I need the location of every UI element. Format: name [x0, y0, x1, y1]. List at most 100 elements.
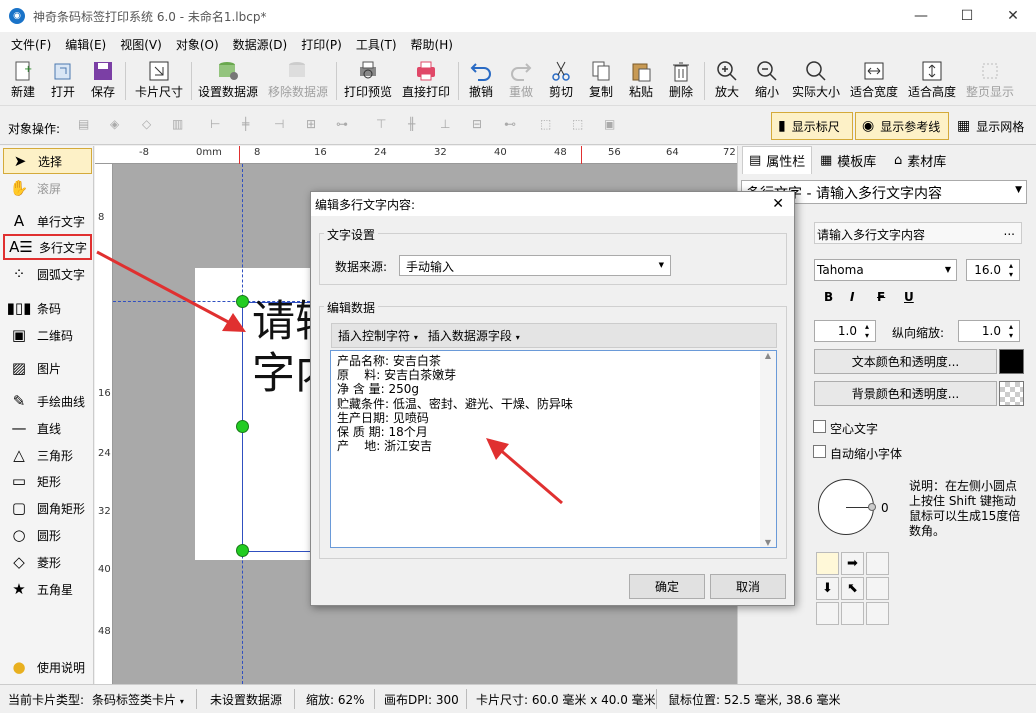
editor-scrollbar[interactable]: ▲ ▼: [760, 351, 776, 547]
insert-datasource-field-button[interactable]: 插入数据源字段 ▾: [428, 327, 520, 344]
tool-triangle[interactable]: △ 三角形: [3, 442, 92, 468]
actual-size-button[interactable]: 实际大小: [790, 59, 842, 103]
font-select[interactable]: Tahoma ▼: [814, 259, 957, 281]
background-color-swatch[interactable]: [999, 381, 1024, 406]
tab-materials[interactable]: ⌂ 素材库: [888, 146, 952, 174]
tool-star[interactable]: ★ 五角星: [3, 576, 92, 602]
align-top-icon[interactable]: ⊤: [376, 117, 396, 135]
tool-multiline-text[interactable]: A☰ 多行文字: [3, 234, 92, 260]
maximize-button[interactable]: ☐: [944, 0, 990, 32]
ok-button[interactable]: 确定: [629, 574, 705, 599]
arrow-diagonal-icon[interactable]: ⬉: [841, 577, 864, 600]
remove-datasource-button[interactable]: 移除数据源: [266, 59, 330, 103]
anchor-top-left[interactable]: [816, 552, 839, 575]
insert-control-char-button[interactable]: 插入控制字符 ▾: [338, 327, 418, 344]
tool-scroll[interactable]: ✋ 滚屏: [3, 175, 92, 201]
layer-top-icon[interactable]: ◈: [110, 117, 130, 135]
distribute-h-icon[interactable]: ⊞: [306, 117, 326, 135]
tool-diamond[interactable]: ◇ 菱形: [3, 549, 92, 575]
resize-handle[interactable]: [236, 420, 249, 433]
bold-button[interactable]: B: [824, 290, 833, 304]
center-h-icon[interactable]: ⊶: [336, 117, 356, 135]
usage-guide-button[interactable]: ● 使用说明: [3, 654, 92, 680]
tool-arc-text[interactable]: ⁘ 圆弧文字: [3, 261, 92, 287]
tool-barcode[interactable]: ▮▯▮ 条码: [3, 295, 92, 321]
dialog-close-icon[interactable]: ✕: [772, 196, 784, 212]
cut-button[interactable]: 剪切: [546, 59, 576, 103]
group-icon[interactable]: ⬚: [540, 117, 560, 135]
card-type-select[interactable]: 条码标签类卡片 ▾: [92, 691, 184, 708]
set-datasource-button[interactable]: 设置数据源: [196, 59, 260, 103]
new-button[interactable]: + 新建: [8, 59, 38, 103]
layer-up-icon[interactable]: ▤: [78, 117, 98, 135]
tool-circle[interactable]: ○ 圆形: [3, 522, 92, 548]
fit-width-button[interactable]: 适合宽度: [848, 59, 900, 103]
anchor-middle-right[interactable]: [866, 577, 889, 600]
font-size-stepper[interactable]: 16.0: [966, 259, 1020, 281]
open-button[interactable]: 打开: [48, 59, 78, 103]
more-button[interactable]: ...: [1004, 224, 1015, 238]
menu-view[interactable]: 视图(V): [113, 36, 169, 53]
datasource-select[interactable]: 手动输入 ▼: [399, 255, 671, 276]
anchor-bottom-right[interactable]: [866, 602, 889, 625]
spacing-stepper[interactable]: 1.0: [814, 320, 876, 342]
tool-rectangle[interactable]: ▭ 矩形: [3, 468, 92, 494]
cancel-button[interactable]: 取消: [710, 574, 786, 599]
undo-button[interactable]: 撤销: [466, 59, 496, 103]
print-preview-button[interactable]: 打印预览: [342, 59, 394, 103]
full-page-button[interactable]: 整页显示: [964, 59, 1016, 103]
background-color-button[interactable]: 背景颜色和透明度...: [814, 381, 997, 406]
arrow-right-icon[interactable]: ➡: [841, 552, 864, 575]
anchor-top-right[interactable]: [866, 552, 889, 575]
save-button[interactable]: 保存: [88, 59, 118, 103]
layer-bottom-icon[interactable]: ▥: [172, 117, 192, 135]
auto-shrink-checkbox[interactable]: [813, 445, 826, 458]
tool-single-line-text[interactable]: A 单行文字: [3, 208, 92, 234]
align-center-icon[interactable]: ╪: [242, 117, 262, 135]
rotation-dial[interactable]: [818, 479, 876, 535]
text-color-button[interactable]: 文本颜色和透明度...: [814, 349, 997, 374]
layer-down-icon[interactable]: ◇: [142, 117, 162, 135]
close-button[interactable]: ✕: [990, 0, 1036, 32]
align-right-icon[interactable]: ⊣: [274, 117, 294, 135]
align-bottom-icon[interactable]: ⊥: [440, 117, 460, 135]
tab-templates[interactable]: ▦ 模板库: [814, 146, 882, 174]
paste-button[interactable]: 粘贴: [626, 59, 656, 103]
tool-image[interactable]: ▨ 图片: [3, 355, 92, 381]
underline-button[interactable]: U: [904, 290, 914, 304]
print-button[interactable]: 直接打印: [400, 59, 452, 103]
resize-handle[interactable]: [236, 295, 249, 308]
tab-properties[interactable]: ▤ 属性栏: [742, 146, 813, 174]
zoom-in-button[interactable]: 放大: [712, 59, 742, 103]
redo-button[interactable]: 重做: [506, 59, 536, 103]
minimize-button[interactable]: —: [898, 0, 944, 32]
show-guides-toggle[interactable]: ◉ 显示参考线: [855, 112, 949, 140]
menu-datasource[interactable]: 数据源(D): [226, 36, 295, 53]
content-field[interactable]: 请输入多行文字内容...: [814, 222, 1022, 244]
tool-select[interactable]: ➤ 选择: [3, 148, 92, 174]
fit-height-button[interactable]: 适合高度: [906, 59, 958, 103]
hollow-text-checkbox[interactable]: [813, 420, 826, 433]
vertical-scale-stepper[interactable]: 1.0: [958, 320, 1020, 342]
tool-freehand[interactable]: ✎ 手绘曲线: [3, 388, 92, 414]
show-grid-toggle[interactable]: ▦ 显示网格: [955, 112, 1035, 140]
menu-help[interactable]: 帮助(H): [404, 36, 460, 53]
ungroup-icon[interactable]: ⬚: [572, 117, 592, 135]
center-v-icon[interactable]: ⊷: [504, 117, 524, 135]
arrow-down-icon[interactable]: ⬇: [816, 577, 839, 600]
menu-print[interactable]: 打印(P): [294, 36, 349, 53]
align-left-icon[interactable]: ⊢: [210, 117, 230, 135]
italic-button[interactable]: I: [850, 290, 854, 304]
rotation-handle[interactable]: [868, 503, 876, 511]
align-middle-icon[interactable]: ╫: [408, 117, 428, 135]
delete-button[interactable]: 删除: [666, 59, 696, 103]
tool-qrcode[interactable]: ▣ 二维码: [3, 322, 92, 348]
text-content-editor[interactable]: 产品名称: 安吉白茶 原 料: 安吉白茶嫩芽 净 含 量: 250g 贮藏条件:…: [330, 350, 777, 548]
tool-line[interactable]: — 直线: [3, 415, 92, 441]
lock-icon[interactable]: ▣: [604, 117, 624, 135]
zoom-out-button[interactable]: 缩小: [752, 59, 782, 103]
menu-object[interactable]: 对象(O): [169, 36, 226, 53]
card-size-button[interactable]: 卡片尺寸: [132, 59, 186, 103]
show-ruler-toggle[interactable]: ▮ 显示标尺: [771, 112, 853, 140]
text-color-swatch[interactable]: [999, 349, 1024, 374]
